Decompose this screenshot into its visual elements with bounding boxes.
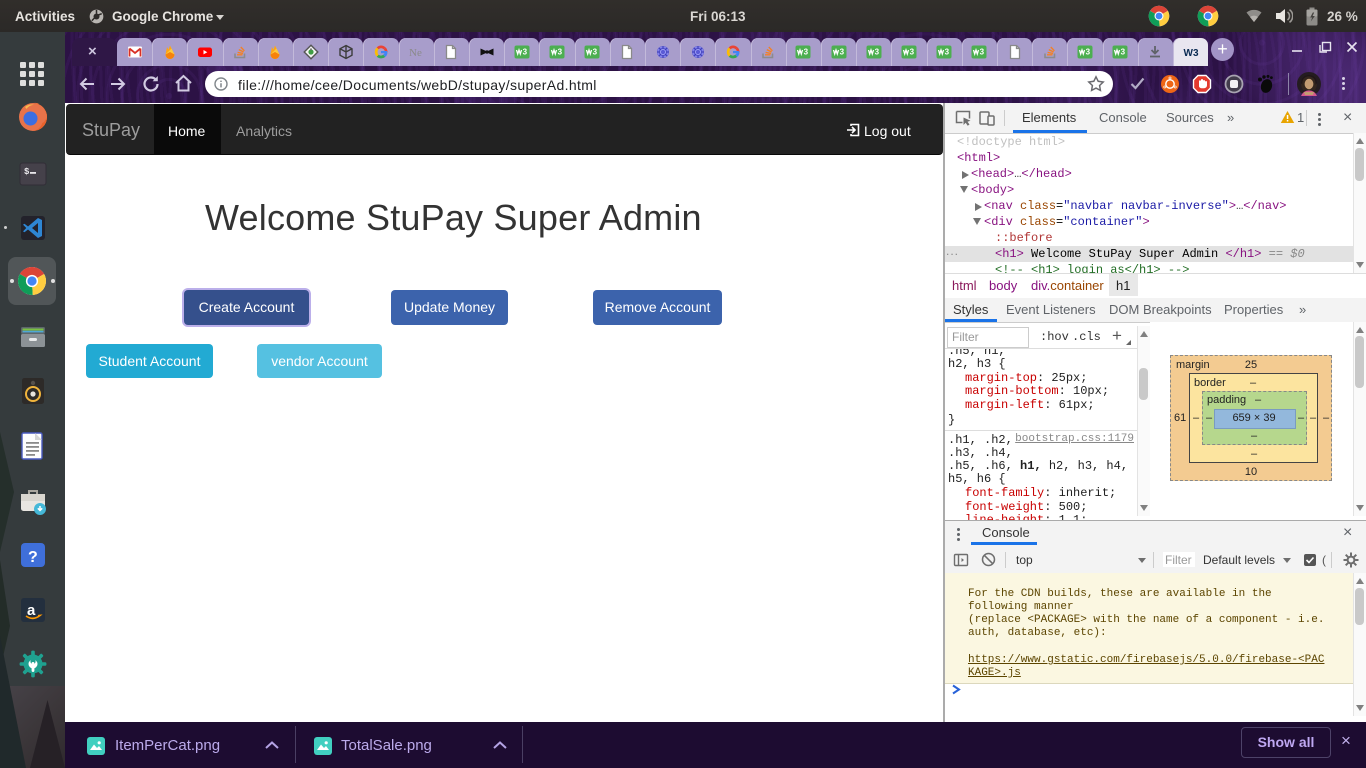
svg-text:3: 3 — [910, 48, 915, 57]
svg-text:W3: W3 — [1183, 48, 1198, 59]
svg-text:3: 3 — [522, 48, 527, 57]
svg-text:3: 3 — [593, 48, 598, 57]
svg-text:3: 3 — [839, 48, 844, 57]
svg-text:3: 3 — [804, 48, 809, 57]
svg-text:Ne: Ne — [409, 47, 422, 59]
svg-text:3: 3 — [945, 48, 950, 57]
svg-text:?: ? — [28, 549, 38, 566]
svg-text:a: a — [27, 602, 36, 619]
svg-text:3: 3 — [1086, 48, 1091, 57]
svg-text:3: 3 — [874, 48, 879, 57]
svg-text:3: 3 — [558, 48, 563, 57]
svg-text:$: $ — [24, 167, 30, 177]
svg-text:3: 3 — [980, 48, 985, 57]
svg-text:3: 3 — [1121, 48, 1126, 57]
